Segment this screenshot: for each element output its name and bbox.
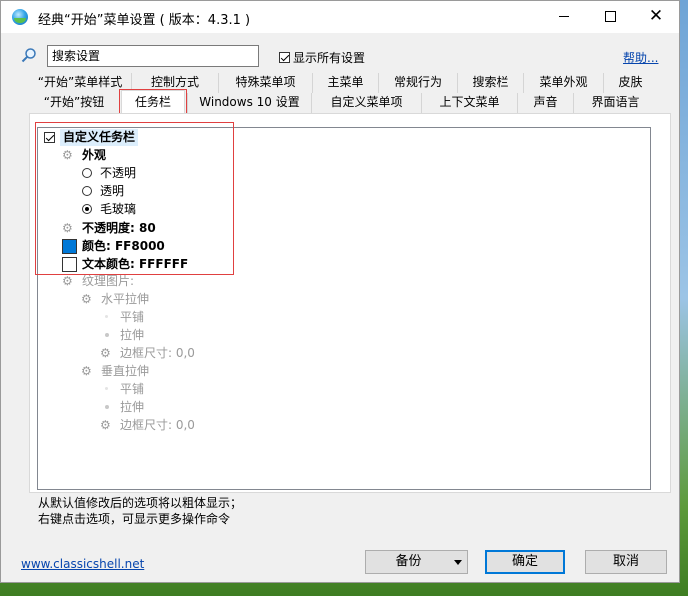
- tab-context-menu[interactable]: 上下文菜单: [421, 93, 517, 113]
- show-all-settings-checkbox[interactable]: 显示所有设置: [279, 49, 365, 66]
- h-stretch-radio[interactable]: [105, 333, 109, 337]
- tab-search-box[interactable]: 搜索栏: [457, 73, 523, 93]
- texture-label: 纹理图片:: [82, 274, 135, 288]
- tab-custom-menu-items[interactable]: 自定义菜单项: [311, 93, 421, 113]
- v-tile-label: 平铺: [120, 382, 145, 396]
- highlight-box: [35, 122, 234, 275]
- minimize-icon: [559, 15, 569, 17]
- gear-icon: ⚙: [100, 418, 111, 432]
- v-tile-radio[interactable]: [105, 387, 108, 390]
- close-button[interactable]: ✕: [633, 1, 679, 32]
- show-all-checkbox-box[interactable]: [279, 52, 290, 63]
- close-icon: ✕: [648, 6, 664, 26]
- tab-windows10-settings[interactable]: Windows 10 设置: [187, 93, 311, 113]
- v-stretch-radio[interactable]: [105, 405, 109, 409]
- search-input[interactable]: [47, 45, 259, 67]
- active-tab-highlight: [119, 89, 187, 114]
- minimize-button[interactable]: [541, 1, 587, 32]
- window-title: 经典“开始”菜单设置 ( 版本：4.3.1 ): [38, 13, 251, 28]
- search-icon: [21, 48, 36, 63]
- backup-label: 备份: [395, 554, 422, 569]
- v-stretch-label: 垂直拉伸: [101, 364, 150, 378]
- ok-button[interactable]: 确定: [485, 550, 565, 574]
- tab-special-items[interactable]: 特殊菜单项: [218, 73, 312, 93]
- gear-icon: ⚙: [100, 346, 111, 360]
- help-link[interactable]: 帮助...: [623, 49, 658, 66]
- h-stretch-label: 水平拉伸: [101, 292, 150, 306]
- tab-menu-look[interactable]: 菜单外观: [523, 73, 603, 93]
- title-bar[interactable]: 经典“开始”菜单设置 ( 版本：4.3.1 ) ✕: [1, 1, 679, 33]
- h-tile-label: 平铺: [120, 310, 145, 324]
- hint-right-click: 右键点击选项，可显示更多操作命令: [38, 512, 231, 526]
- website-link[interactable]: www.classicshell.net: [21, 557, 144, 571]
- tab-start-menu-style[interactable]: “开始”菜单样式: [29, 73, 131, 93]
- tab-skin[interactable]: 皮肤: [603, 73, 657, 93]
- gear-icon: ⚙: [62, 274, 73, 288]
- settings-window: 经典“开始”菜单设置 ( 版本：4.3.1 ) ✕ 显示所有设置 帮助... “…: [0, 0, 680, 583]
- gear-icon: ⚙: [81, 364, 92, 378]
- tab-language[interactable]: 界面语言: [573, 93, 657, 113]
- tab-general-behavior[interactable]: 常规行为: [378, 73, 457, 93]
- maximize-icon: [604, 10, 616, 22]
- gear-icon: ⚙: [81, 292, 92, 306]
- backup-button[interactable]: 备份: [365, 550, 468, 574]
- h-stretch-opt-label: 拉伸: [120, 328, 145, 342]
- classic-shell-icon: [12, 9, 28, 25]
- v-stretch-opt-label: 拉伸: [120, 400, 145, 414]
- hint-bold-text: 从默认值修改后的选项将以粗体显示；: [38, 496, 243, 510]
- v-border-label: 边框尺寸: 0,0: [120, 418, 195, 432]
- h-border-label: 边框尺寸: 0,0: [120, 346, 195, 360]
- tab-start-button[interactable]: “开始”按钮: [29, 93, 119, 113]
- chevron-down-icon[interactable]: [449, 551, 467, 573]
- h-tile-radio[interactable]: [105, 315, 108, 318]
- show-all-label: 显示所有设置: [293, 51, 366, 65]
- tab-main-menu[interactable]: 主菜单: [312, 73, 378, 93]
- maximize-button[interactable]: [587, 1, 633, 32]
- cancel-button[interactable]: 取消: [585, 550, 667, 574]
- tab-sounds[interactable]: 声音: [517, 93, 573, 113]
